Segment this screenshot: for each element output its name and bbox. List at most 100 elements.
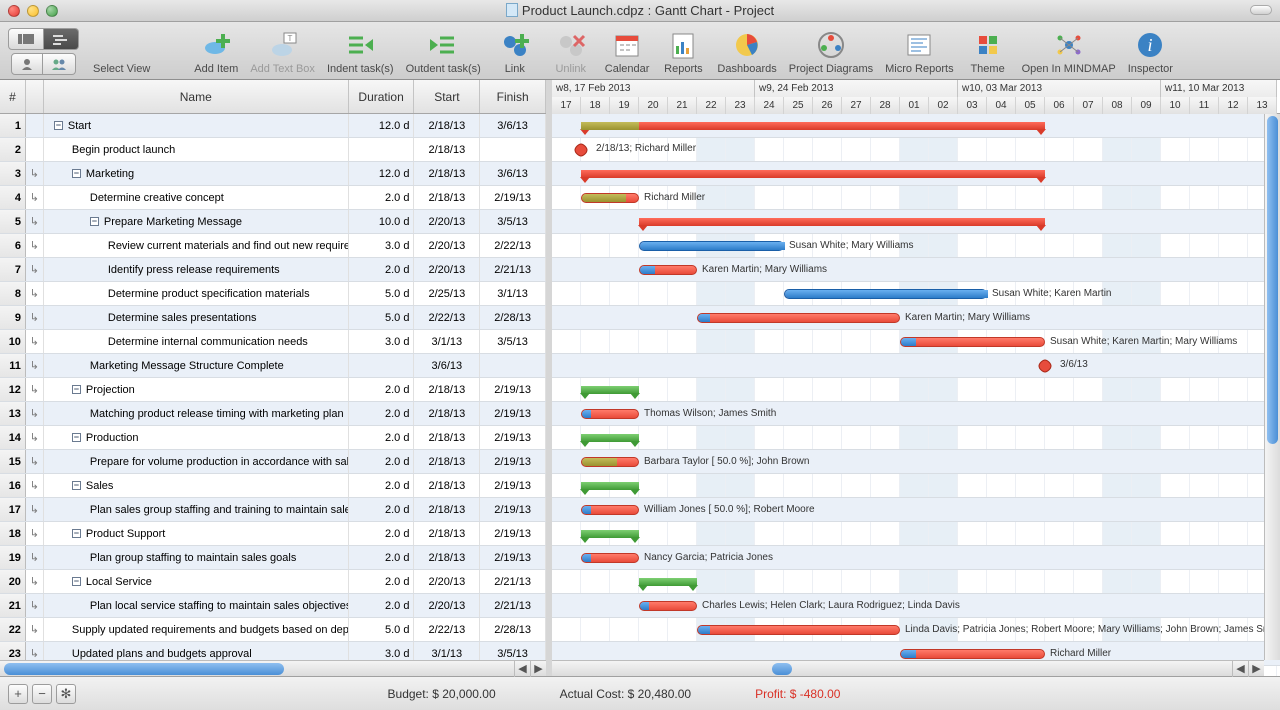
task-bar[interactable]: Susan White; Karen Martin	[784, 289, 987, 299]
gantt-row[interactable]: 2/18/13; Richard Miller	[552, 138, 1280, 162]
table-row[interactable]: 3↳−Marketing12.0 d2/18/133/6/13	[0, 162, 546, 186]
gantt-hscroll-right-icon[interactable]: ▶	[1248, 661, 1264, 677]
outline-toggle-icon[interactable]: −	[72, 529, 81, 538]
task-bar[interactable]: Susan White; Mary Williams	[639, 241, 784, 251]
toolbar-dashboards[interactable]: Dashboards	[711, 29, 782, 75]
task-bar[interactable]: William Jones [ 50.0 %]; Robert Moore	[581, 505, 639, 515]
summary-bar[interactable]	[581, 434, 639, 442]
col-header-name[interactable]: Name	[44, 80, 349, 113]
table-row[interactable]: 10↳Determine internal communication need…	[0, 330, 546, 354]
gantt-row[interactable]: Karen Martin; Mary Williams	[552, 306, 1280, 330]
table-row[interactable]: 14↳−Production2.0 d2/18/132/19/13	[0, 426, 546, 450]
vscroll-thumb[interactable]	[1267, 116, 1278, 444]
table-row[interactable]: 23↳Updated plans and budgets approval3.0…	[0, 642, 546, 660]
gantt-row[interactable]: Nancy Garcia; Patricia Jones	[552, 546, 1280, 570]
view-resource-button[interactable]	[11, 53, 43, 75]
gantt-row[interactable]: Karen Martin; Mary Williams	[552, 258, 1280, 282]
summary-bar[interactable]	[581, 530, 639, 538]
hscroll-thumb[interactable]	[4, 663, 284, 675]
hscroll-left-icon[interactable]: ◀	[514, 661, 530, 677]
gantt-row[interactable]: Richard Miller	[552, 186, 1280, 210]
task-bar[interactable]: Barbara Taylor [ 50.0 %]; John Brown	[581, 457, 639, 467]
col-header-start[interactable]: Start	[414, 80, 480, 113]
gantt-row[interactable]	[552, 162, 1280, 186]
summary-bar[interactable]	[639, 218, 1045, 226]
outline-toggle-icon[interactable]: −	[72, 481, 81, 490]
milestone-icon[interactable]: 2/18/13; Richard Miller	[574, 143, 588, 157]
toolbar-unlink[interactable]: Unlink	[543, 29, 599, 75]
gantt-vscrollbar[interactable]	[1264, 114, 1280, 660]
task-bar[interactable]: Nancy Garcia; Patricia Jones	[581, 553, 639, 563]
summary-bar[interactable]	[639, 578, 697, 586]
minimize-icon[interactable]	[27, 5, 39, 17]
gantt-row[interactable]: Susan White; Mary Williams	[552, 234, 1280, 258]
gantt-row[interactable]	[552, 522, 1280, 546]
table-row[interactable]: 5↳−Prepare Marketing Message10.0 d2/20/1…	[0, 210, 546, 234]
task-bar[interactable]: Richard Miller	[900, 649, 1045, 659]
view-list-button[interactable]	[8, 28, 44, 50]
toolbar-open-mindmap[interactable]: Open In MINDMAP	[1016, 29, 1122, 75]
gantt-row[interactable]: Thomas Wilson; James Smith	[552, 402, 1280, 426]
gantt-row[interactable]	[552, 378, 1280, 402]
toolbar-project-diagrams[interactable]: Project Diagrams	[783, 29, 879, 75]
task-bar[interactable]: Thomas Wilson; James Smith	[581, 409, 639, 419]
table-row[interactable]: 22↳Supply updated requirements and budge…	[0, 618, 546, 642]
col-header-duration[interactable]: Duration	[349, 80, 415, 113]
view-team-button[interactable]	[43, 53, 76, 75]
task-bar[interactable]: Charles Lewis; Helen Clark; Laura Rodrig…	[639, 601, 697, 611]
task-bar[interactable]: Karen Martin; Mary Williams	[697, 313, 900, 323]
table-row[interactable]: 16↳−Sales2.0 d2/18/132/19/13	[0, 474, 546, 498]
timeline-body[interactable]: 2/18/13; Richard Miller Richard Miller Sus…	[552, 114, 1280, 676]
toolbar-theme[interactable]: Theme	[960, 29, 1016, 75]
table-row[interactable]: 2Begin product launch2/18/13	[0, 138, 546, 162]
toolbar-add-text-box[interactable]: TAdd Text Box	[244, 29, 321, 75]
gantt-row[interactable]: Barbara Taylor [ 50.0 %]; John Brown	[552, 450, 1280, 474]
toolbar-add-item[interactable]: Add Item	[188, 29, 244, 75]
task-bar[interactable]: Susan White; Karen Martin; Mary Williams	[900, 337, 1045, 347]
table-row[interactable]: 7↳Identify press release requirements2.0…	[0, 258, 546, 282]
table-row[interactable]: 8↳Determine product specification materi…	[0, 282, 546, 306]
table-row[interactable]: 4↳Determine creative concept2.0 d2/18/13…	[0, 186, 546, 210]
col-header-finish[interactable]: Finish	[480, 80, 546, 113]
milestone-icon[interactable]: 3/6/13	[1038, 359, 1052, 373]
table-row[interactable]: 19↳Plan group staffing to maintain sales…	[0, 546, 546, 570]
gantt-hscroll-left-icon[interactable]: ◀	[1232, 661, 1248, 677]
table-row[interactable]: 17↳Plan sales group staffing and trainin…	[0, 498, 546, 522]
hscroll-right-icon[interactable]: ▶	[530, 661, 546, 677]
summary-bar[interactable]	[581, 386, 639, 394]
gantt-row[interactable]: 3/6/13	[552, 354, 1280, 378]
table-row[interactable]: 18↳−Product Support2.0 d2/18/132/19/13	[0, 522, 546, 546]
table-row[interactable]: 15↳Prepare for volume production in acco…	[0, 450, 546, 474]
gantt-hscrollbar[interactable]: ◀▶	[552, 660, 1264, 676]
gantt-row[interactable]: Linda Davis; Patricia Jones; Robert Moor…	[552, 618, 1280, 642]
summary-bar[interactable]	[581, 482, 639, 490]
toolbar-inspector[interactable]: iInspector	[1122, 29, 1179, 75]
gantt-row[interactable]	[552, 114, 1280, 138]
task-table-body[interactable]: 1−Start12.0 d2/18/133/6/132Begin product…	[0, 114, 546, 660]
outline-toggle-icon[interactable]: −	[72, 577, 81, 586]
gantt-row[interactable]: William Jones [ 50.0 %]; Robert Moore	[552, 498, 1280, 522]
remove-row-button[interactable]: −	[32, 684, 52, 704]
task-bar[interactable]: Richard Miller	[581, 193, 639, 203]
col-header-num[interactable]: #	[0, 80, 26, 113]
outline-toggle-icon[interactable]: −	[72, 433, 81, 442]
table-row[interactable]: 21↳Plan local service staffing to mainta…	[0, 594, 546, 618]
table-row[interactable]: 9↳Determine sales presentations5.0 d2/22…	[0, 306, 546, 330]
table-row[interactable]: 12↳−Projection2.0 d2/18/132/19/13	[0, 378, 546, 402]
gantt-row[interactable]	[552, 474, 1280, 498]
outline-toggle-icon[interactable]: −	[72, 169, 81, 178]
view-gantt-button[interactable]	[44, 28, 79, 50]
toolbar-reports[interactable]: Reports	[655, 29, 711, 75]
toolbar-link[interactable]: Link	[487, 29, 543, 75]
settings-button[interactable]: ✻	[56, 684, 76, 704]
table-row[interactable]: 13↳Matching product release timing with …	[0, 402, 546, 426]
toolbar-toggle-pill[interactable]	[1250, 5, 1272, 15]
toolbar-outdent[interactable]: Outdent task(s)	[400, 29, 487, 75]
task-bar[interactable]: Karen Martin; Mary Williams	[639, 265, 697, 275]
gantt-row[interactable]: Charles Lewis; Helen Clark; Laura Rodrig…	[552, 594, 1280, 618]
close-icon[interactable]	[8, 5, 20, 17]
table-row[interactable]: 1−Start12.0 d2/18/133/6/13	[0, 114, 546, 138]
gantt-row[interactable]	[552, 426, 1280, 450]
gantt-hscroll-thumb[interactable]	[772, 663, 792, 675]
gantt-row[interactable]: Susan White; Karen Martin; Mary Williams	[552, 330, 1280, 354]
